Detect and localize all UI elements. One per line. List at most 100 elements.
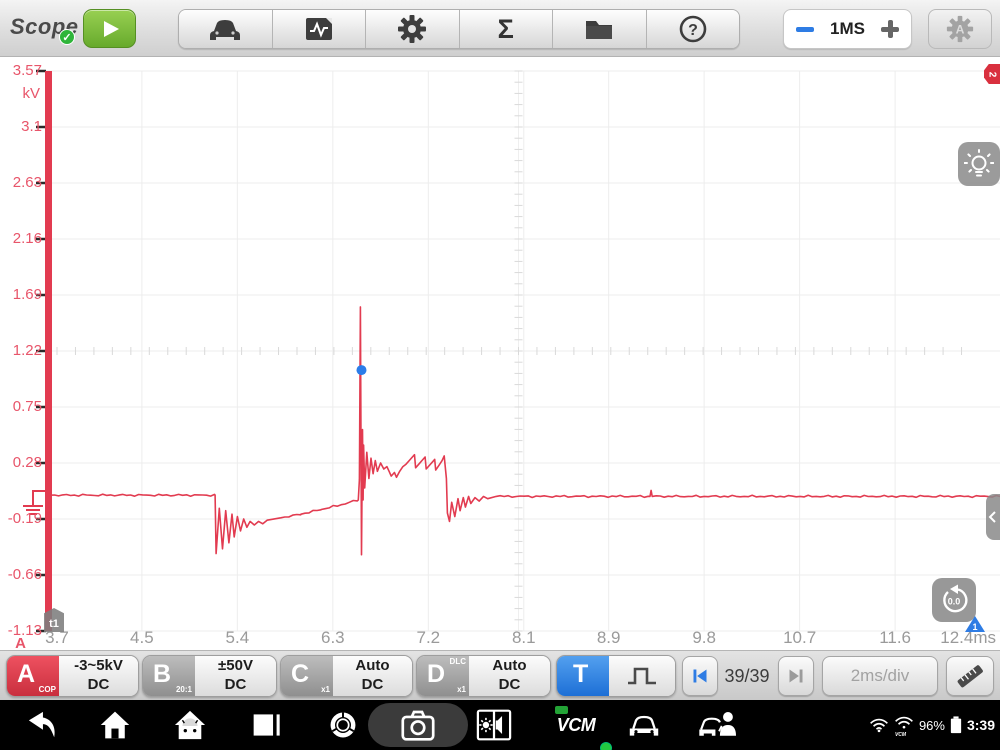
channel-probe-tag: DLC [450,657,466,666]
vcmi-wifi-badge [600,742,612,750]
channel-C-key[interactable]: Cx1 [281,656,333,696]
side-panel-handle[interactable] [986,494,1000,540]
start-capture-button[interactable] [83,9,136,48]
time-per-div-value: 2ms/div [851,666,910,686]
wifi-icon [869,717,889,733]
y-tick-label: 2.16 [0,230,42,247]
home-button[interactable] [95,700,135,750]
recents-icon [250,710,282,740]
display-sound-button[interactable] [473,700,515,750]
channel-A-key[interactable]: ACOP [7,656,59,696]
channel-C-range[interactable]: AutoDC [333,656,412,696]
range-value: Auto [492,657,526,676]
x-tick-label: 7.2 [396,628,460,648]
channel-B-control[interactable]: B20:1±50VDC [142,655,277,697]
y-tick-label: 3.57 [0,62,42,79]
folder-icon [582,15,616,43]
camera-icon [399,708,437,742]
channel-letter: C [291,660,309,689]
page-indicator: 39/39 [718,656,776,696]
range-value: Auto [355,657,389,676]
channel-attenuation-tag: x1 [321,685,330,694]
gear-icon [396,13,428,45]
trigger-control[interactable]: T [556,655,676,697]
vcmi-app-button[interactable]: VCM [548,700,604,750]
skip-to-start-icon [687,663,713,689]
decrease-icon[interactable] [796,27,814,32]
marker-dot [356,365,366,375]
back-button[interactable] [22,700,62,750]
y-tick-label: 1.22 [0,342,42,359]
chrome-icon [327,709,359,741]
skip-to-end-icon [783,663,809,689]
x-tick-label: 4.5 [110,628,174,648]
play-icon [104,21,119,37]
channel-B-range[interactable]: ±50VDC [195,656,276,696]
annotation-tip-button[interactable] [958,142,1000,186]
sample-rate-value[interactable]: 1MS [830,19,865,39]
lightbulb-icon [964,148,994,180]
vehicle-button[interactable] [179,10,273,48]
status-cluster: VCM 96% 3:39 [869,700,995,750]
ruler-icon [953,660,987,692]
vcmi-logo: VCM [557,715,596,736]
coupling-value: DC [499,676,521,695]
channel-A-range[interactable]: -3~5kVDC [59,656,138,696]
app-drawer-button[interactable] [170,700,210,750]
measure-button[interactable] [946,656,994,696]
reset-zoom-button[interactable]: 0.0 [932,578,976,622]
brightness-volume-icon [476,708,512,742]
vcm-wifi-icon: VCM [894,715,914,736]
y-tick-label: 0.28 [0,454,42,471]
x-tick-label: 8.1 [492,628,556,648]
help-button[interactable]: ? [647,10,740,48]
y-axis-unit: kV [0,85,40,102]
y-tick-label: -0.66 [0,566,42,583]
y-tick-label: -0.19 [0,510,42,527]
recents-button[interactable] [246,700,286,750]
reset-circle-arrow-icon: 0.0 [937,583,971,617]
x-tick-label: 5.4 [205,628,269,648]
data-review-button[interactable] [273,10,367,48]
sample-rate-control: 1MS [783,9,912,49]
measurement-button[interactable]: Σ [460,10,554,48]
channel-letter: D [427,660,445,689]
channel-A-control[interactable]: ACOP-3~5kVDC [6,655,139,697]
channel-B-key[interactable]: B20:1 [143,656,195,696]
waveform-file-icon [302,14,336,44]
waveform-plot[interactable] [0,57,1000,650]
back-icon [25,710,59,740]
svg-text:0.0: 0.0 [948,597,961,607]
car-icon [207,14,243,44]
android-navbar: VCM [0,700,1000,750]
channel-letter: A [17,660,35,689]
home-icon [99,709,131,741]
sigma-icon: Σ [498,16,514,43]
trigger-key[interactable]: T [557,656,609,696]
x-tick-label: 12.4ms [930,628,996,648]
last-page-button[interactable] [778,656,814,696]
chrome-button[interactable] [323,700,363,750]
screenshot-button[interactable] [398,700,438,750]
pulse-icon [624,663,660,689]
settings-button[interactable] [366,10,460,48]
time-per-div-button[interactable]: 2ms/div [822,656,938,696]
battery-icon [950,716,962,734]
help-icon: ? [677,13,709,45]
y-tick-label: 2.63 [0,174,42,191]
increase-icon[interactable] [881,20,899,38]
first-page-button[interactable] [682,656,718,696]
scope-app-screen: Scope ✓ [0,0,1000,750]
channel-C-control[interactable]: Cx1AutoDC [280,655,413,697]
auto-setup-button[interactable]: A [928,9,992,49]
channel-D-key[interactable]: DDLCx1 [417,656,469,696]
y-tick-label: 0.75 [0,398,42,415]
file-button[interactable] [553,10,647,48]
trigger-mode[interactable] [609,656,675,696]
channel-D-range[interactable]: AutoDC [469,656,550,696]
channel-attenuation-tag: 20:1 [176,685,192,694]
channel-D-control[interactable]: DDLCx1AutoDC [416,655,551,697]
vehicle-app-button[interactable] [622,700,666,750]
diagnostics-app-button[interactable] [693,700,745,750]
coupling-value: DC [225,676,247,695]
